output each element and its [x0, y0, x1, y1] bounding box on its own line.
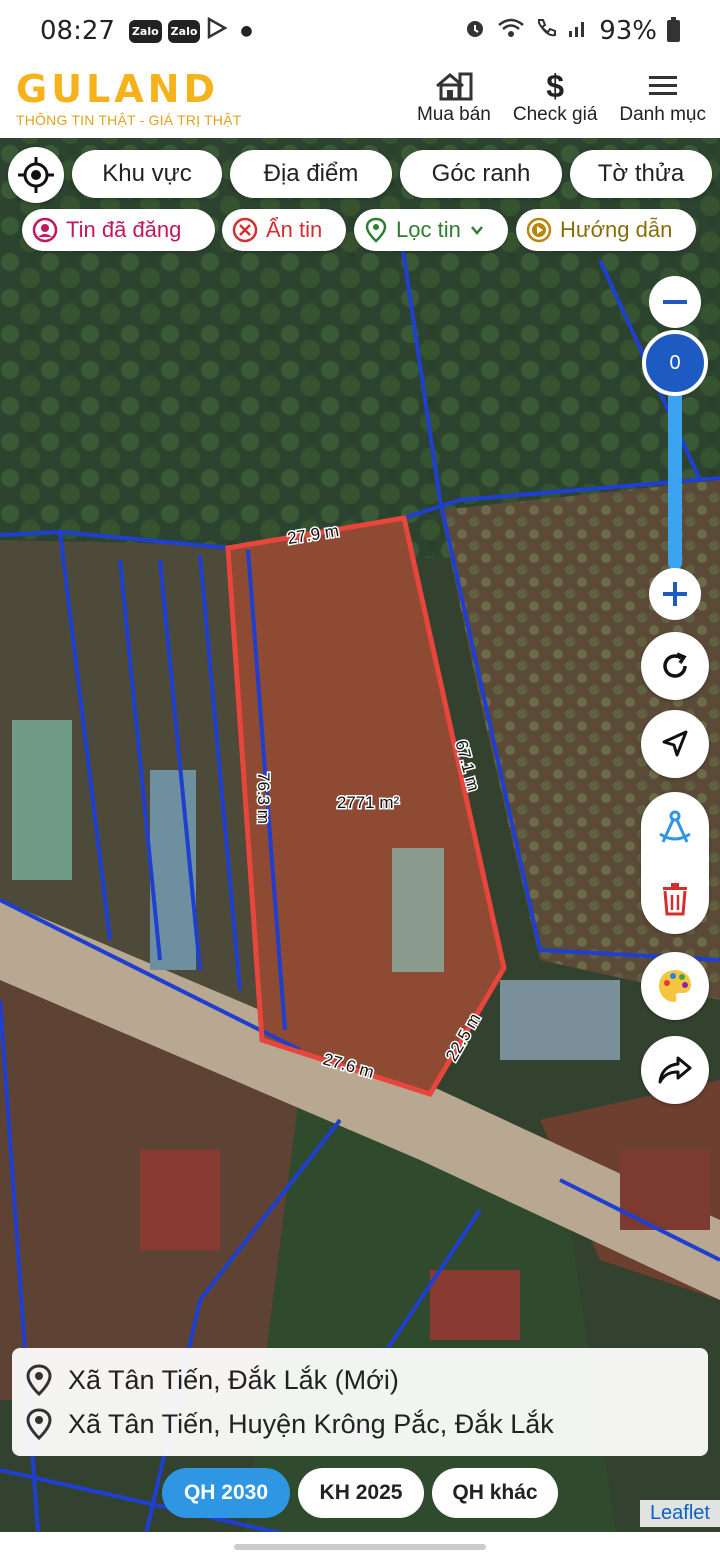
zoom-in-button[interactable] — [649, 568, 701, 620]
dot-icon: ● — [240, 23, 253, 39]
zoom-slider-handle[interactable]: 0 — [642, 330, 708, 396]
measure-tools — [641, 792, 709, 934]
share-button[interactable] — [641, 1036, 709, 1104]
play-store-icon — [206, 16, 228, 46]
tab-qh-2030[interactable]: QH 2030 — [162, 1468, 290, 1518]
battery-icon — [667, 17, 680, 42]
navigate-button[interactable] — [641, 710, 709, 778]
battery-percent: 93% — [599, 16, 657, 46]
crosshair-icon — [18, 157, 54, 193]
house-icon — [434, 68, 474, 104]
refresh-icon — [663, 652, 687, 678]
signal-icon — [567, 16, 589, 46]
address-row-old: Xã Tân Tiến, Huyện Krông Pắc, Đắk Lắk — [26, 1402, 694, 1446]
address-line-2: Xã Tân Tiến, Huyện Krông Pắc, Đắk Lắk — [68, 1408, 554, 1439]
nav-mua-ban-label: Mua bán — [416, 104, 491, 125]
alarm-icon — [463, 16, 487, 47]
filter-goc-ranh[interactable]: Góc ranh — [400, 150, 562, 198]
address-panel: Xã Tân Tiến, Đắk Lắk (Mới) Xã Tân Tiến, … — [12, 1348, 708, 1456]
trash-icon — [663, 882, 687, 915]
tab-kh-2025[interactable]: KH 2025 — [298, 1468, 424, 1518]
map-canvas: 27.9 m 76.3 m 67.1 m 27.6 m 22.5 m 2771 … — [0, 138, 720, 1560]
dollar-icon: $ — [546, 67, 565, 104]
huong-dan-button[interactable]: Hướng dẫn — [516, 209, 696, 251]
tab-qh-khac[interactable]: QH khác — [432, 1468, 558, 1518]
chevron-down-icon — [470, 226, 483, 235]
nav-check-gia-label: Check giá — [512, 104, 598, 125]
zalo-notification-icon-2: Zalo — [167, 19, 201, 43]
share-arrow-icon — [658, 1056, 692, 1084]
refresh-button[interactable] — [641, 632, 709, 700]
menu-icon — [647, 68, 679, 104]
delete-button[interactable] — [641, 863, 709, 934]
address-line-1: Xã Tân Tiến, Đắk Lắk (Mới) — [68, 1364, 399, 1395]
compass-measure-icon — [659, 810, 691, 843]
loc-tin-dropdown[interactable]: Lọc tin — [354, 209, 508, 251]
wifi-icon — [497, 16, 525, 46]
an-tin-label: Ẩn tin — [266, 217, 323, 242]
zalo-notification-icon: Zalo — [128, 19, 162, 43]
filter-khu-vuc[interactable]: Khu vực — [72, 150, 222, 198]
address-row-new: Xã Tân Tiến, Đắk Lắk (Mới) — [26, 1358, 694, 1402]
user-posts-icon — [32, 217, 58, 243]
app-header: GULAND THÔNG TIN THẬT - GIÁ TRỊ THẬT Mua… — [0, 62, 720, 138]
zoom-out-button[interactable] — [649, 276, 701, 328]
satellite-map[interactable]: 27.9 m 76.3 m 67.1 m 27.6 m 22.5 m 2771 … — [0, 138, 720, 1560]
location-pin-icon — [26, 1408, 52, 1440]
nav-check-gia[interactable]: $ Check giá — [513, 68, 598, 126]
minus-icon — [663, 300, 687, 304]
location-pin-icon — [365, 217, 387, 243]
location-pin-icon — [26, 1364, 52, 1396]
an-tin-button[interactable]: Ẩn tin — [222, 209, 346, 251]
measure-button[interactable] — [641, 792, 709, 863]
huong-dan-label: Hướng dẫn — [560, 217, 673, 242]
palette-icon — [659, 970, 691, 1002]
loc-tin-label: Lọc tin — [396, 217, 461, 242]
header-nav: Mua bán $ Check giá Danh mục — [417, 68, 706, 126]
parcel-area-label: 2771 m² — [337, 793, 400, 812]
guland-logo[interactable]: GULAND THÔNG TIN THẬT - GIÁ TRỊ THẬT — [16, 68, 241, 128]
filter-to-thua[interactable]: Tờ thửa — [570, 150, 712, 198]
leaflet-attribution[interactable]: Leaflet — [639, 1500, 720, 1527]
tin-da-dang-label: Tin đã đăng — [66, 217, 182, 242]
edge-label-left: 76.3 m — [254, 772, 273, 824]
tin-da-dang-button[interactable]: Tin đã đăng — [22, 209, 215, 251]
map-style-button[interactable] — [641, 952, 709, 1020]
nav-danh-muc[interactable]: Danh mục — [619, 68, 706, 126]
brand-tagline: THÔNG TIN THẬT - GIÁ TRỊ THẬT — [16, 112, 242, 128]
status-bar: 08:27 Zalo Zalo ● 93% — [0, 0, 720, 62]
call-icon — [535, 16, 557, 46]
brand-name: GULAND — [16, 67, 220, 111]
filter-dia-diem[interactable]: Địa điểm — [230, 150, 392, 198]
nav-mua-ban[interactable]: Mua bán — [417, 68, 491, 126]
locate-me-button[interactable] — [8, 147, 64, 203]
home-indicator[interactable] — [234, 1544, 486, 1550]
navigation-arrow-icon — [662, 730, 688, 757]
nav-danh-muc-label: Danh mục — [619, 104, 706, 125]
close-circle-icon — [232, 217, 258, 243]
play-circle-icon — [526, 217, 552, 243]
plus-icon — [663, 582, 687, 606]
status-time: 08:27 — [40, 16, 115, 46]
